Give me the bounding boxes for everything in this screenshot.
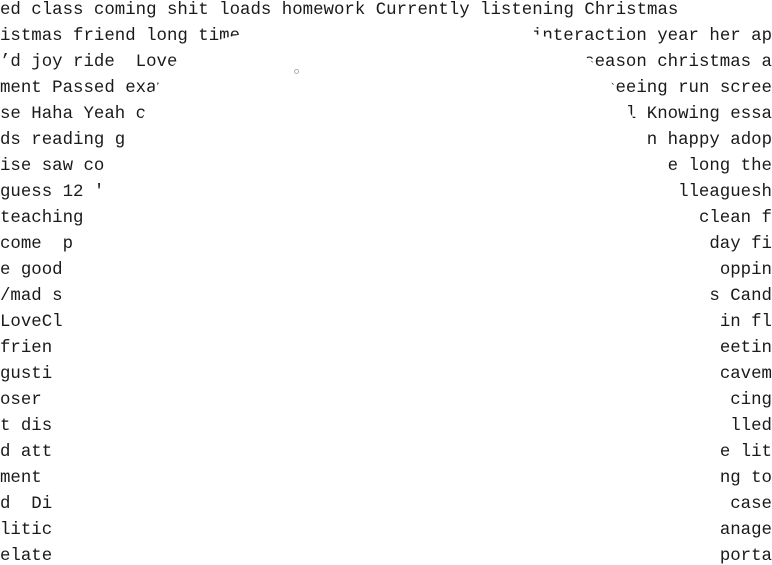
text-segment-right: e long the: [667, 157, 772, 176]
text-segment-left: d Di: [0, 495, 53, 514]
text-segment-right: interaction year her ap: [531, 27, 772, 46]
text-segment-left: d att: [0, 443, 53, 462]
text-segment-left: ’d joy ride Love ti: [0, 53, 209, 72]
text-segment-left: elate: [0, 547, 53, 565]
text-segment-left: e good: [0, 261, 63, 280]
text-segment-right: seeing run scree: [605, 79, 772, 98]
text-segment-left: ment Passed exam: [0, 79, 167, 98]
text-segment-left: ise saw co: [0, 157, 105, 176]
text-segment-right: clean f: [698, 209, 772, 228]
text-line: teaching clean f: [0, 206, 772, 232]
text-art: ed class coming shit loads homework Curr…: [0, 0, 772, 565]
text-line: ment ng to: [0, 466, 772, 492]
text-line: come p day fi: [0, 232, 772, 258]
text-segment-right: e lit: [719, 443, 772, 462]
text-segment-right: season christmas a: [584, 53, 772, 72]
text-line: d Di case: [0, 492, 772, 518]
text-segment-left: frien: [0, 339, 53, 358]
text-segment-right: n happy adop: [646, 131, 772, 150]
text-segment-left: istmas friend long time: [0, 27, 241, 46]
word-cloud-canvas: ed class coming shit loads homework Curr…: [0, 0, 772, 565]
small-circle-icon: [294, 69, 299, 74]
text-segment-left: t dis: [0, 417, 53, 436]
text-line: ed class coming shit loads homework Curr…: [0, 0, 772, 24]
text-segment-right: l Knowing essa: [625, 105, 772, 124]
text-segment-left: oser: [0, 391, 42, 410]
text-segment-right: ng to: [719, 469, 772, 488]
text-line: d att e lit: [0, 440, 772, 466]
text-line: litic anage: [0, 518, 772, 544]
text-segment-right: day fi: [709, 235, 772, 254]
text-line: istmas friend long time interaction year …: [0, 24, 772, 50]
text-line: ds reading g n happy adop: [0, 128, 772, 154]
text-segment-right: porta: [719, 547, 772, 565]
text-segment-right: eetin: [719, 339, 772, 358]
text-line: se Haha Yeah c l Knowing essa: [0, 102, 772, 128]
text-line: ise saw co e long the: [0, 154, 772, 180]
text-line: gusti cavem: [0, 362, 772, 388]
text-segment-left: ment: [0, 469, 42, 488]
text-segment-left: ds reading g: [0, 131, 126, 150]
text-segment-right: lled: [730, 417, 772, 436]
text-segment-right: s Cand: [709, 287, 772, 306]
text-segment-left: litic: [0, 521, 53, 540]
text-segment-right: lleaguesh: [678, 183, 772, 202]
text-segment-right: cavem: [719, 365, 772, 384]
text-segment-right: anage: [719, 521, 772, 540]
text-segment-right: oppin: [719, 261, 772, 280]
text-segment-left: LoveCl: [0, 313, 63, 332]
text-segment-left: come p: [0, 235, 74, 254]
text-segment: ed class coming shit loads homework Curr…: [0, 1, 679, 20]
text-segment-right: cing: [730, 391, 772, 410]
text-segment-left: se Haha Yeah c: [0, 105, 147, 124]
text-segment-right: in fl: [719, 313, 772, 332]
text-segment-left: gusti: [0, 365, 53, 384]
text-line: LoveCl in fl: [0, 310, 772, 336]
text-line: t dis lled: [0, 414, 772, 440]
text-line: ’d joy ride Love ti season christmas a: [0, 50, 772, 76]
text-line: elate porta: [0, 544, 772, 565]
text-line: /mad s s Cand: [0, 284, 772, 310]
text-line: guess 12 ' lleaguesh: [0, 180, 772, 206]
text-segment-left: /mad s: [0, 287, 63, 306]
text-line: ment Passed exam seeing run scree: [0, 76, 772, 102]
text-line: oser cing: [0, 388, 772, 414]
text-line: frien eetin: [0, 336, 772, 362]
text-segment-left: teaching: [0, 209, 84, 228]
text-segment-left: guess 12 ': [0, 183, 105, 202]
text-segment-right: case: [730, 495, 772, 514]
text-line: e good oppin: [0, 258, 772, 284]
